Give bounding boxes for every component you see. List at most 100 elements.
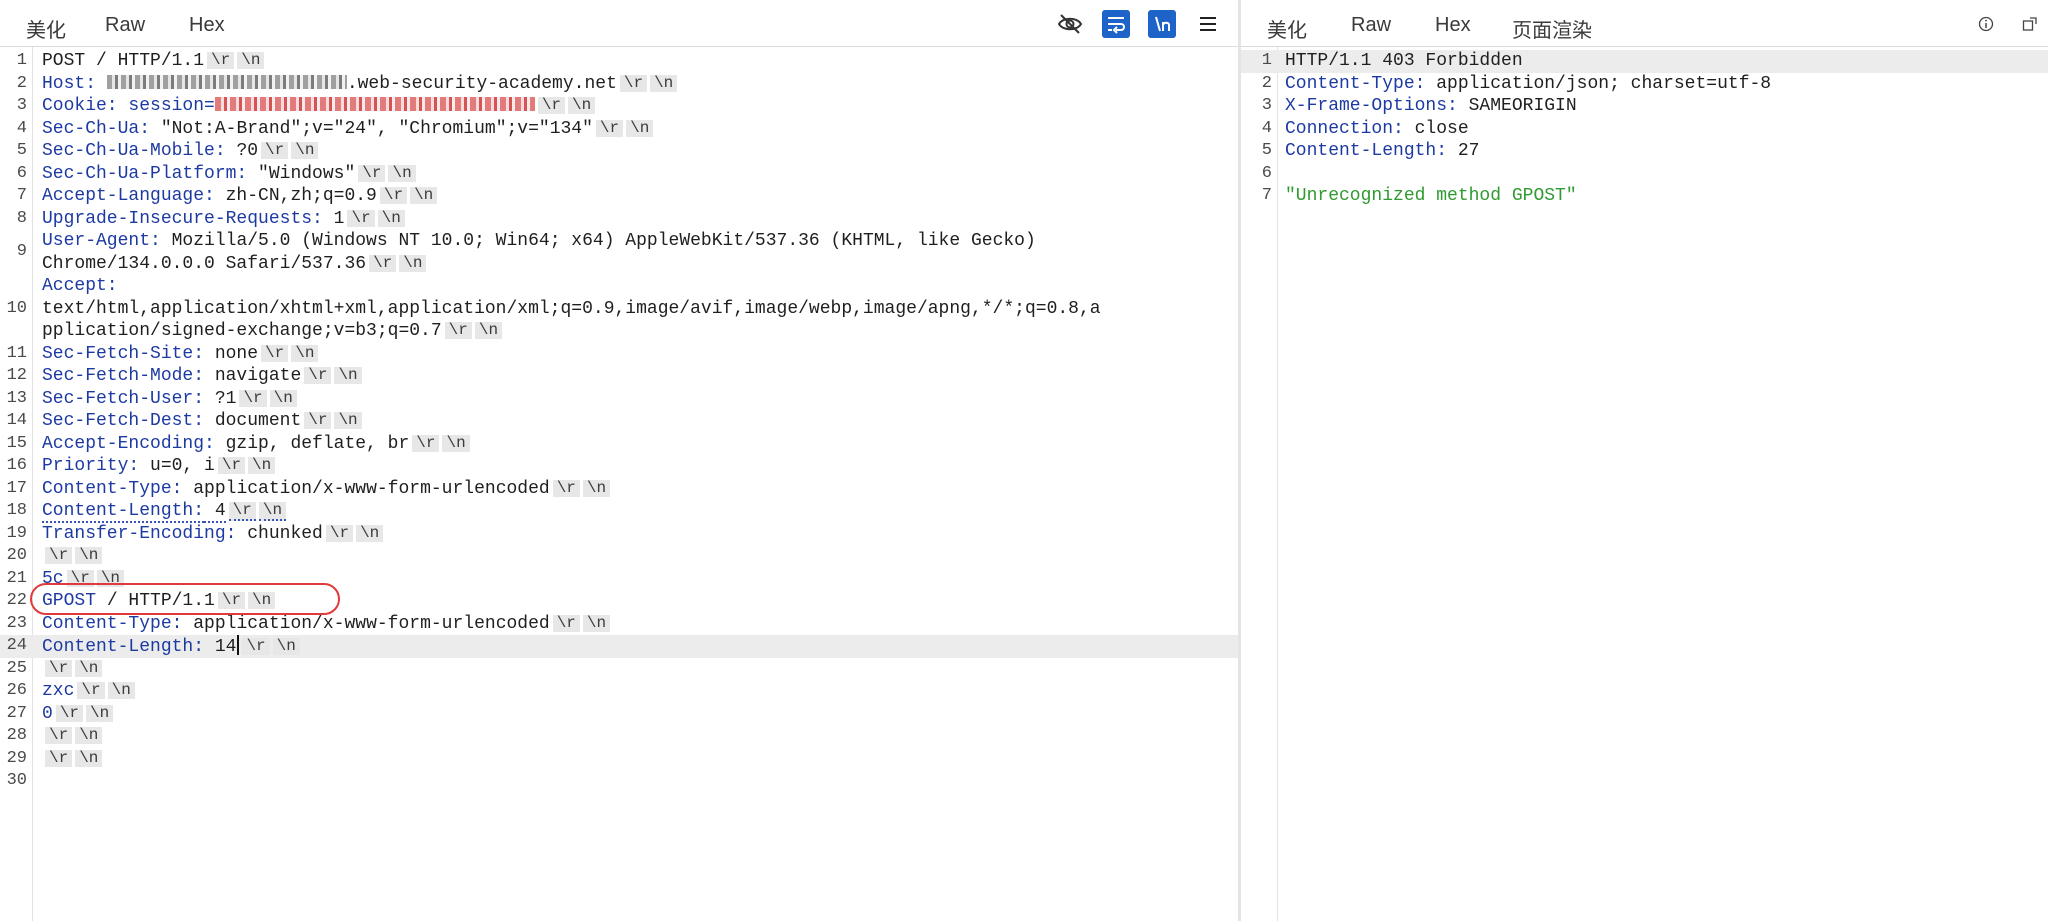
lf-marker: \n xyxy=(272,638,300,655)
response-editor[interactable]: 1 HTTP/1.1 403 Forbidden 2 Content-Type: ap… xyxy=(1241,50,2048,208)
code-line[interactable]: 1 HTTP/1.1 403 Forbidden xyxy=(1241,50,2048,73)
cr-marker: \r xyxy=(239,389,267,407)
code-line[interactable]: 4 Connection: close xyxy=(1241,118,2048,141)
code-line[interactable]: 4 Sec-Ch-Ua: "Not:A-Brand";v="24", "Chrom… xyxy=(0,118,1238,141)
code-line[interactable]: 11 Sec-Fetch-Site: none \r \n xyxy=(0,343,1238,366)
code-line[interactable]: 27 0 \r \n xyxy=(0,703,1238,726)
lf-marker: \n xyxy=(334,412,362,429)
line-row: Connection: close xyxy=(1285,118,2042,141)
code-line[interactable]: 15 Accept-Encoding: gzip, deflate, br \r \n xyxy=(0,433,1238,456)
cr-marker: \r xyxy=(595,119,624,137)
header-name: Content-Type: xyxy=(42,478,183,499)
show-newlines-icon[interactable] xyxy=(1148,10,1176,38)
request-tab-raw[interactable]: Raw xyxy=(105,14,145,46)
header-name: Sec-Fetch-User: xyxy=(42,388,205,409)
line-content: POST / HTTP/1.1 \r \n xyxy=(42,50,1232,73)
lf-marker: \n xyxy=(377,209,405,227)
code-line[interactable]: 29 \r \n xyxy=(0,748,1238,771)
line-content: Host: .web-security-academy.net \r \n xyxy=(42,73,1232,96)
line-row: Sec-Fetch-User: ?1 \r \n xyxy=(42,388,1232,411)
code-line[interactable]: 10 Accept: text/html,application/xhtml+xml… xyxy=(0,275,1238,343)
header-name: Upgrade-Insecure-Requests: xyxy=(42,208,323,229)
cr-marker: \r xyxy=(325,524,354,542)
code-line[interactable]: 1 POST / HTTP/1.1 \r \n xyxy=(0,50,1238,73)
header-name: Content-Type: xyxy=(42,613,183,634)
line-content: Content-Length: 4 \r \n xyxy=(42,500,1232,523)
header-value: Mozilla/5.0 (Windows NT 10.0; Win64; x64… xyxy=(160,231,1036,251)
code-line[interactable]: 7 Accept-Language: zh-CN,zh;q=0.9 \r \n xyxy=(0,185,1238,208)
code-line[interactable]: 28 \r \n xyxy=(0,725,1238,748)
line-number: 5 xyxy=(1261,141,1272,160)
request-toolbar xyxy=(1056,10,1222,38)
line-content: Content-Length: 14 \r \n xyxy=(42,635,1232,658)
header-value: ?1 xyxy=(204,388,237,409)
info-icon[interactable] xyxy=(1976,10,1996,38)
lf-marker: \n xyxy=(399,254,427,272)
request-tab-bar: 美化 Raw Hex xyxy=(0,0,1238,47)
code-line[interactable]: 20 \r \n xyxy=(0,545,1238,568)
wrap-lines-icon[interactable] xyxy=(1102,10,1130,38)
code-line[interactable]: 18 Content-Length: 4 \r \n xyxy=(0,500,1238,523)
request-editor[interactable]: 1 POST / HTTP/1.1 \r \n 2 Host: .web-security… xyxy=(0,50,1238,793)
code-line[interactable]: 5 Sec-Ch-Ua-Mobile: ?0 \r \n xyxy=(0,140,1238,163)
header-value: SAMEORIGIN xyxy=(1457,96,1577,116)
cr-marker: \r xyxy=(369,254,397,272)
response-tab-bar: 美化 Raw Hex 页面渲染 xyxy=(1241,0,2048,47)
header-name: Connection: xyxy=(1285,118,1404,139)
code-line[interactable]: 9 User-Agent: Mozilla/5.0 (Windows NT 10.… xyxy=(0,230,1238,275)
header-name: Sec-Fetch-Dest: xyxy=(42,411,205,431)
code-line[interactable]: 7 "Unrecognized method GPOST" xyxy=(1241,185,2048,208)
code-line[interactable]: 3 Cookie: session= \r \n xyxy=(0,95,1238,118)
code-line[interactable]: 19 Transfer-Encoding: chunked \r \n xyxy=(0,523,1238,546)
line-row: Priority: u=0, i \r \n xyxy=(42,455,1232,478)
eye-hidden-icon[interactable] xyxy=(1056,10,1084,38)
line-row: \r \n xyxy=(42,545,1232,568)
code-line[interactable]: 25 \r \n xyxy=(0,658,1238,681)
cr-marker: \r xyxy=(228,502,256,521)
line-number: 1 xyxy=(1261,51,1272,70)
code-line[interactable]: 30 xyxy=(0,770,1238,793)
lf-marker: \n xyxy=(582,614,611,632)
menu-icon[interactable] xyxy=(1194,10,1222,38)
code-line[interactable]: 6 xyxy=(1241,163,2048,186)
cr-marker: \r xyxy=(55,704,84,722)
expand-icon[interactable] xyxy=(2020,10,2040,38)
line-number: 6 xyxy=(16,163,27,183)
line-content: Sec-Ch-Ua: "Not:A-Brand";v="24", "Chromi… xyxy=(42,118,1232,141)
header-name: Accept: xyxy=(42,276,118,296)
header-name: Sec-Fetch-Mode: xyxy=(42,366,205,386)
cr-marker: \r xyxy=(261,344,289,362)
lf-marker: \n xyxy=(356,524,384,542)
code-line[interactable]: 12 Sec-Fetch-Mode: navigate \r \n xyxy=(0,365,1238,388)
code-line[interactable]: 26 zxc \r \n xyxy=(0,680,1238,703)
response-tab-hex[interactable]: Hex xyxy=(1435,14,1471,46)
header-value: chunked xyxy=(236,523,323,544)
code-line[interactable]: 17 Content-Type: application/x-www-form-u… xyxy=(0,478,1238,501)
header-value: zh-CN,zh;q=0.9 xyxy=(214,186,377,206)
code-line[interactable]: 5 Content-Length: 27 xyxy=(1241,140,2048,163)
line-content: Sec-Ch-Ua-Mobile: ?0 \r \n xyxy=(42,140,1232,163)
code-line[interactable]: 24 Content-Length: 14 \r \n xyxy=(0,635,1238,658)
header-name: Content-Length: xyxy=(42,637,205,657)
header-value: HTTP/1.1 403 Forbidden xyxy=(1285,51,1523,71)
code-line[interactable]: 6 Sec-Ch-Ua-Platform: "Windows" \r \n xyxy=(0,163,1238,186)
line-content: "Unrecognized method GPOST" xyxy=(1285,185,2042,208)
response-tab-render[interactable]: 页面渲染 xyxy=(1512,14,1592,46)
cr-marker: \r xyxy=(358,164,386,182)
code-line[interactable]: 16 Priority: u=0, i \r \n xyxy=(0,455,1238,478)
code-line[interactable]: 2 Host: .web-security-academy.net \r \n xyxy=(0,73,1238,96)
request-tab-hex[interactable]: Hex xyxy=(189,14,225,46)
response-tab-pretty[interactable]: 美化 xyxy=(1263,14,1311,46)
cr-marker: \r xyxy=(207,52,235,69)
response-tab-raw[interactable]: Raw xyxy=(1351,14,1391,46)
code-line[interactable]: 23 Content-Type: application/x-www-form-u… xyxy=(0,613,1238,636)
header-name: Sec-Ch-Ua: xyxy=(42,118,151,139)
request-tab-pretty[interactable]: 美化 xyxy=(22,14,70,46)
code-line[interactable]: 2 Content-Type: application/json; charset… xyxy=(1241,73,2048,96)
code-line[interactable]: 3 X-Frame-Options: SAMEORIGIN xyxy=(1241,95,2048,118)
cr-marker: \r xyxy=(45,727,73,744)
line-content: Content-Type: application/x-www-form-url… xyxy=(42,478,1232,501)
code-line[interactable]: 14 Sec-Fetch-Dest: document \r \n xyxy=(0,410,1238,433)
code-line[interactable]: 8 Upgrade-Insecure-Requests: 1 \r \n xyxy=(0,208,1238,231)
code-line[interactable]: 13 Sec-Fetch-User: ?1 \r \n xyxy=(0,388,1238,411)
